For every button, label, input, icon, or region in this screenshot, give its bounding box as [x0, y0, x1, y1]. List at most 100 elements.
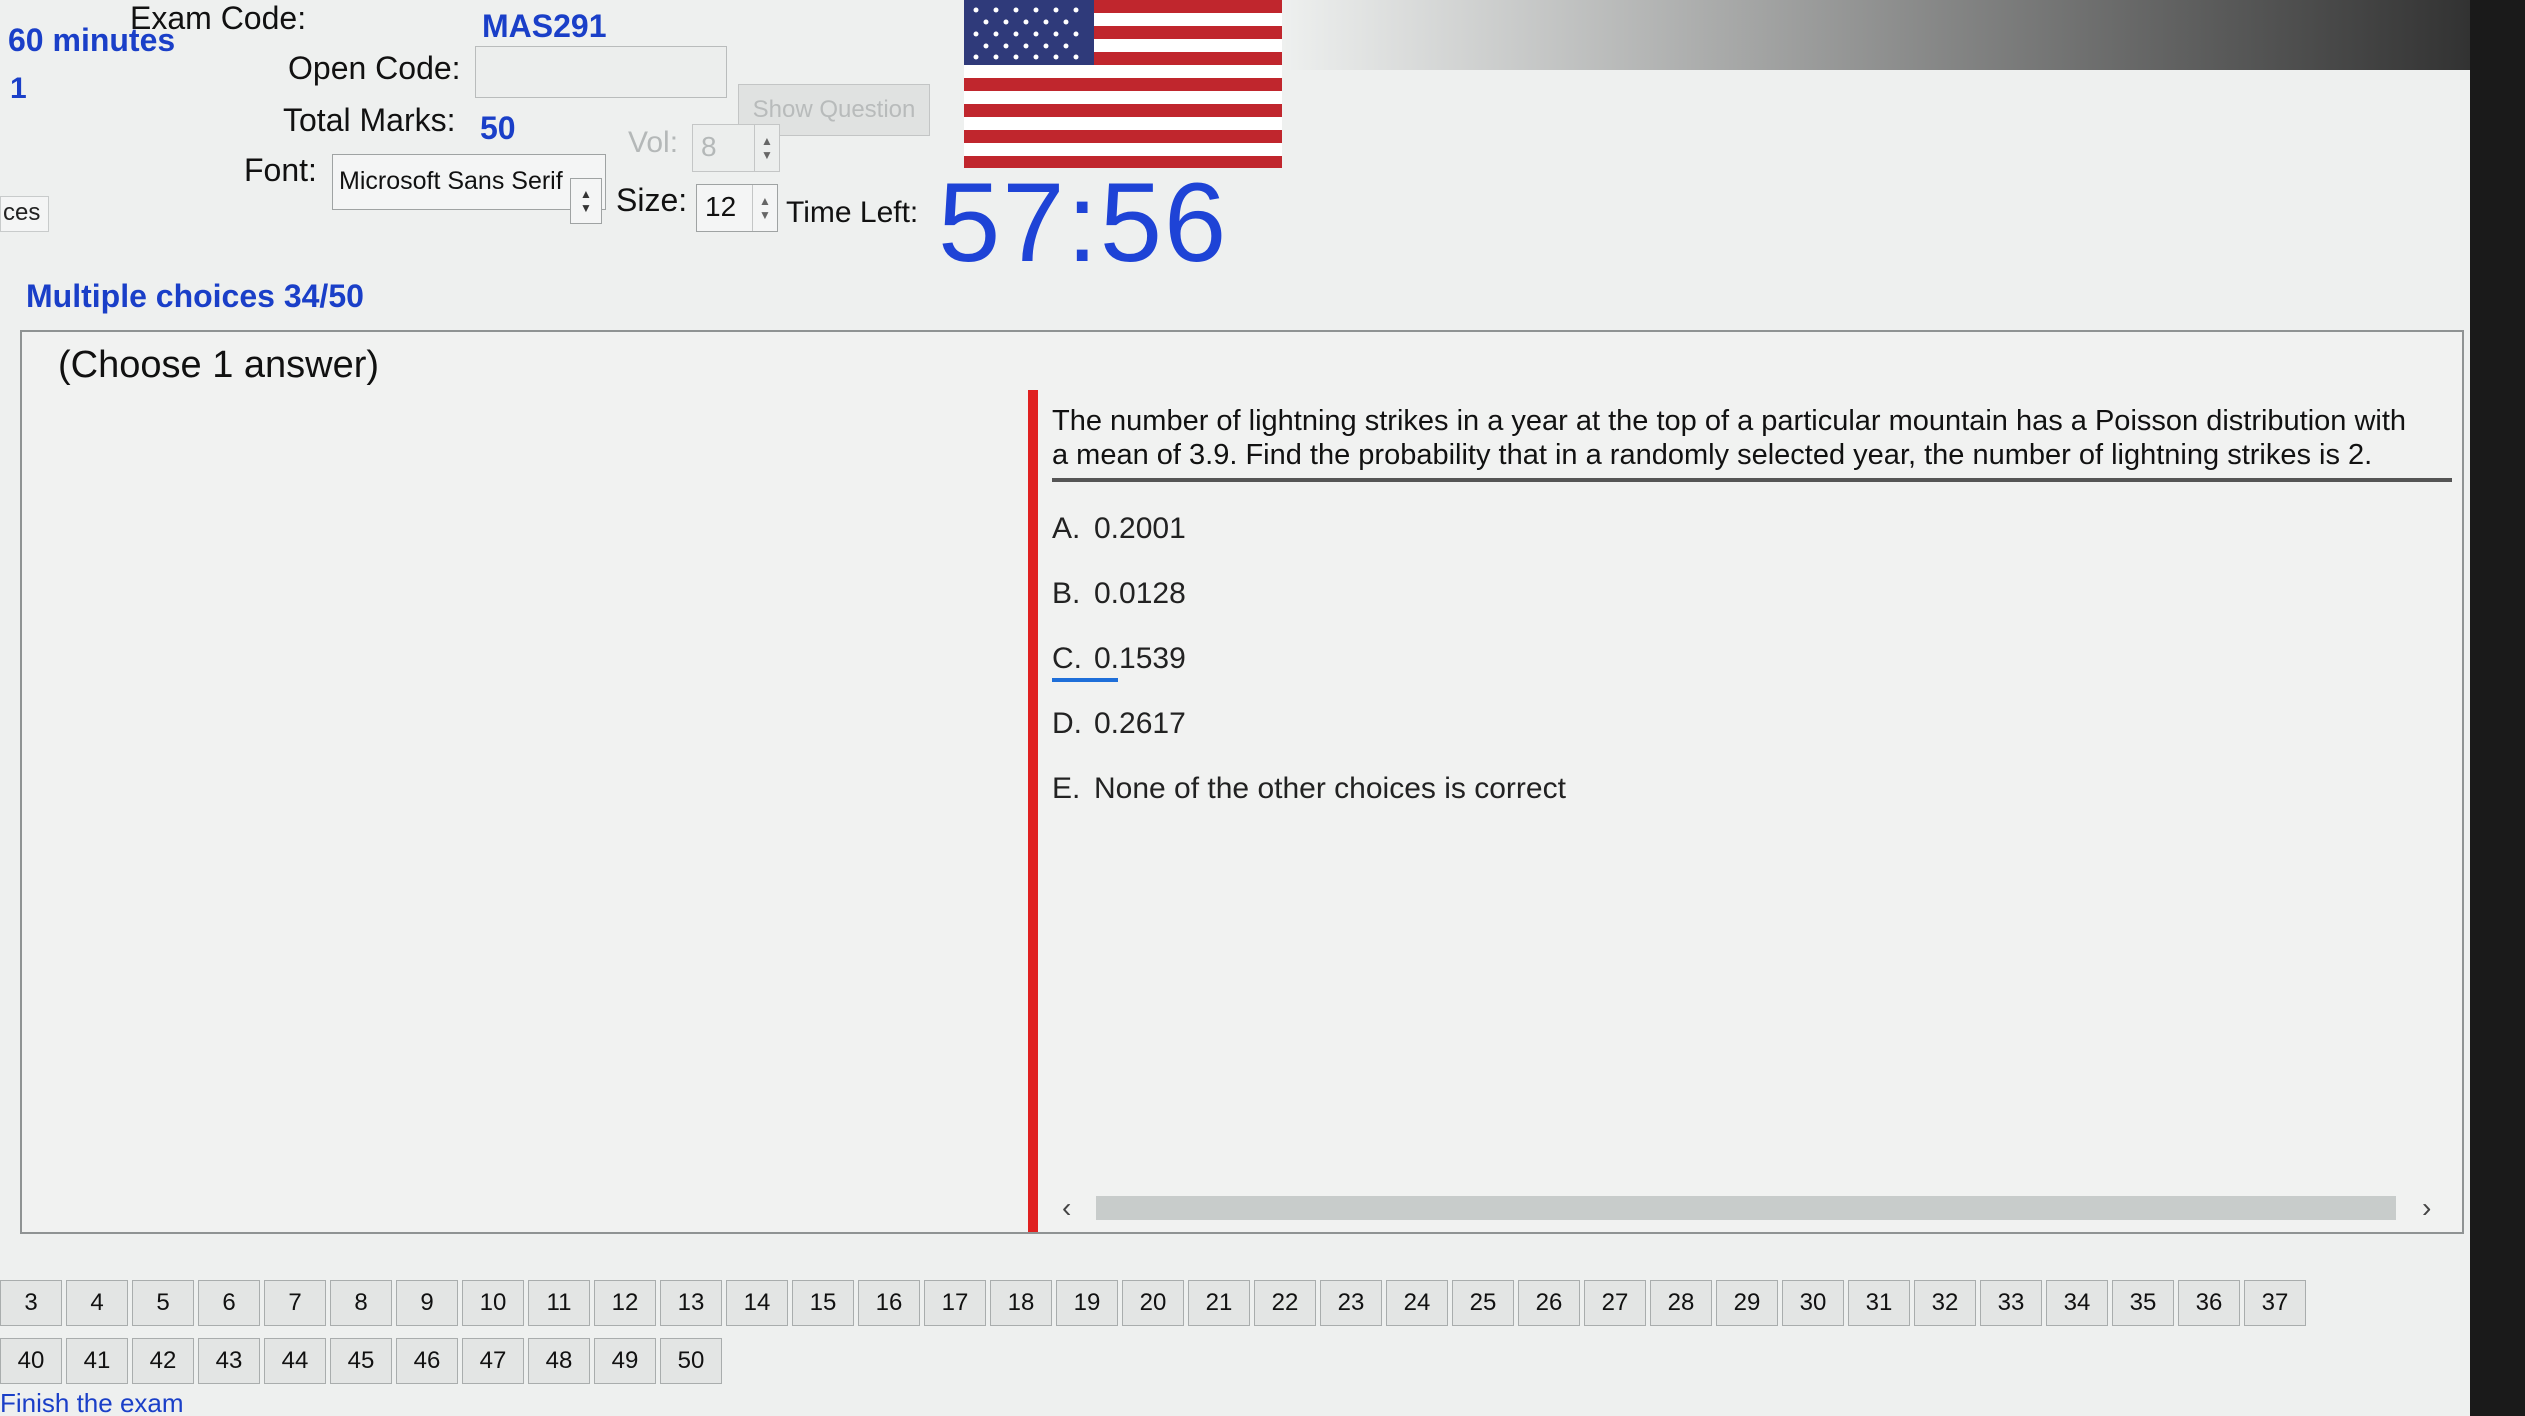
choose-hint: (Choose 1 answer)	[58, 344, 380, 386]
section-title: Multiple choices 34/50	[26, 278, 364, 314]
question-nav-button[interactable]: 8	[330, 1280, 392, 1326]
open-code-input[interactable]	[475, 46, 727, 98]
font-select-value: Microsoft Sans Serif	[339, 167, 563, 195]
exam-code-value: MAS291	[482, 8, 607, 44]
volume-spinner[interactable]: 8 ▲ ▼	[692, 124, 780, 172]
question-nav-button[interactable]: 24	[1386, 1280, 1448, 1326]
question-nav-row-1: 3 4 5 6 7 8 9 10 11 12 13 14 15 16 17 18 19 20 21 22 23 24 25 2…	[0, 1280, 2330, 1326]
scrollbar-track[interactable]	[1096, 1196, 2396, 1220]
duration-text: 60 minutes	[8, 22, 176, 58]
question-nav-button[interactable]: 16	[858, 1280, 920, 1326]
time-left-label: Time Left:	[786, 196, 919, 229]
question-nav-button[interactable]: 47	[462, 1338, 524, 1384]
volume-label: Vol:	[628, 126, 679, 159]
answer-option-b[interactable]: B. 0.0128	[1052, 561, 2452, 626]
question-nav-button[interactable]: 29	[1716, 1280, 1778, 1326]
question-nav-button[interactable]: 9	[396, 1280, 458, 1326]
total-marks-label: Total Marks:	[283, 102, 456, 138]
answer-list: A. 0.2001 B. 0.0128 C. 0.1539 D. 0.2617 E. No…	[1052, 496, 2452, 821]
question-nav-button[interactable]: 3	[0, 1280, 62, 1326]
question-nav-button[interactable]: 6	[198, 1280, 260, 1326]
question-nav-button[interactable]: 18	[990, 1280, 1052, 1326]
font-select[interactable]: Microsoft Sans Serif	[332, 154, 606, 210]
question-nav-button[interactable]: 11	[528, 1280, 590, 1326]
question-nav-button[interactable]: 44	[264, 1338, 326, 1384]
volume-value: 8	[701, 131, 717, 162]
answer-option-e[interactable]: E. None of the other choices is correct	[1052, 756, 2452, 821]
finish-exam-link[interactable]: Finish the exam	[0, 1388, 184, 1416]
answer-option-d[interactable]: D. 0.2617	[1052, 691, 2452, 756]
question-nav-button[interactable]: 5	[132, 1280, 194, 1326]
question-nav-button[interactable]: 27	[1584, 1280, 1646, 1326]
question-nav-button[interactable]: 46	[396, 1338, 458, 1384]
question-nav-button[interactable]: 45	[330, 1338, 392, 1384]
student-number: 1	[10, 72, 27, 105]
question-nav-button[interactable]: 34	[2046, 1280, 2108, 1326]
exam-window: Exam Code: MAS291 60 minutes 1 Open Code…	[0, 0, 2525, 1416]
question-nav-button[interactable]: 28	[1650, 1280, 1712, 1326]
total-marks-value: 50	[480, 110, 516, 146]
spinner-arrows-icon[interactable]: ▲ ▼	[754, 125, 779, 171]
question-nav-button[interactable]: 37	[2244, 1280, 2306, 1326]
question-nav-button[interactable]: 43	[198, 1338, 260, 1384]
monitor-bezel-shadow	[1282, 0, 2525, 70]
question-nav-button[interactable]: 35	[2112, 1280, 2174, 1326]
question-nav-button[interactable]: 10	[462, 1280, 524, 1326]
question-panel: The number of lightning strikes in a yea…	[1052, 404, 2452, 1214]
answer-option-a[interactable]: A. 0.2001	[1052, 496, 2452, 561]
answer-text: None of the other choices is correct	[1094, 772, 1566, 805]
answer-letter: C.	[1052, 642, 1082, 675]
question-nav-button[interactable]: 32	[1914, 1280, 1976, 1326]
question-nav-button[interactable]: 25	[1452, 1280, 1514, 1326]
horizontal-scrollbar[interactable]: ‹ ›	[1062, 1192, 2452, 1224]
font-size-spinner[interactable]: 12 ▲ ▼	[696, 184, 778, 232]
question-text: The number of lightning strikes in a yea…	[1052, 404, 2452, 482]
question-nav-button[interactable]: 12	[594, 1280, 656, 1326]
question-nav-button[interactable]: 26	[1518, 1280, 1580, 1326]
question-nav-button[interactable]: 13	[660, 1280, 722, 1326]
question-nav-button[interactable]: 49	[594, 1338, 656, 1384]
question-nav-button[interactable]: 17	[924, 1280, 986, 1326]
size-label: Size:	[616, 182, 688, 218]
spinner-arrows-icon[interactable]: ▲ ▼	[752, 185, 777, 231]
question-nav-button[interactable]: 20	[1122, 1280, 1184, 1326]
panel-divider[interactable]	[1028, 390, 1038, 1232]
question-nav-button[interactable]: 30	[1782, 1280, 1844, 1326]
answer-letter: A.	[1052, 512, 1081, 545]
monitor-bezel	[2470, 0, 2525, 1416]
question-nav-button[interactable]: 36	[2178, 1280, 2240, 1326]
question-nav-button[interactable]: 23	[1320, 1280, 1382, 1326]
font-size-value: 12	[705, 191, 737, 222]
question-nav-button[interactable]: 41	[66, 1338, 128, 1384]
answer-text: 0.2001	[1094, 512, 1186, 545]
question-nav-button[interactable]: 50	[660, 1338, 722, 1384]
side-tab[interactable]: ces	[0, 196, 50, 232]
chevron-left-icon[interactable]: ‹	[1062, 1192, 1071, 1224]
question-area: (Choose 1 answer) The number of lightnin…	[20, 330, 2464, 1234]
font-spinner-arrows-icon[interactable]: ▲ ▼	[570, 178, 602, 224]
answer-letter: E.	[1052, 772, 1081, 805]
question-nav-button[interactable]: 21	[1188, 1280, 1250, 1326]
question-nav-button[interactable]: 48	[528, 1338, 590, 1384]
countdown-timer: 57:56	[938, 160, 1229, 285]
question-nav-button[interactable]: 22	[1254, 1280, 1316, 1326]
question-nav-row-2: 40 41 42 43 44 45 46 47 48 49 50	[0, 1338, 2330, 1384]
answer-text: 0.0128	[1094, 577, 1186, 610]
question-nav-button[interactable]: 42	[132, 1338, 194, 1384]
question-nav-button[interactable]: 14	[726, 1280, 788, 1326]
question-nav-button[interactable]: 4	[66, 1280, 128, 1326]
answer-text: 0.2617	[1094, 707, 1186, 740]
answer-option-c[interactable]: C. 0.1539	[1052, 626, 2452, 691]
question-nav-button[interactable]: 40	[0, 1338, 62, 1384]
answer-letter: D.	[1052, 707, 1082, 740]
question-nav-button[interactable]: 31	[1848, 1280, 1910, 1326]
answer-text: 0.1539	[1094, 642, 1186, 675]
question-nav-button[interactable]: 7	[264, 1280, 326, 1326]
question-nav-button[interactable]: 33	[1980, 1280, 2042, 1326]
left-answer-panel: (Choose 1 answer)	[22, 332, 1032, 1232]
question-nav-button[interactable]: 19	[1056, 1280, 1118, 1326]
font-label: Font:	[244, 152, 317, 188]
answer-letter: B.	[1052, 577, 1081, 610]
chevron-right-icon[interactable]: ›	[2422, 1192, 2431, 1224]
question-nav-button[interactable]: 15	[792, 1280, 854, 1326]
